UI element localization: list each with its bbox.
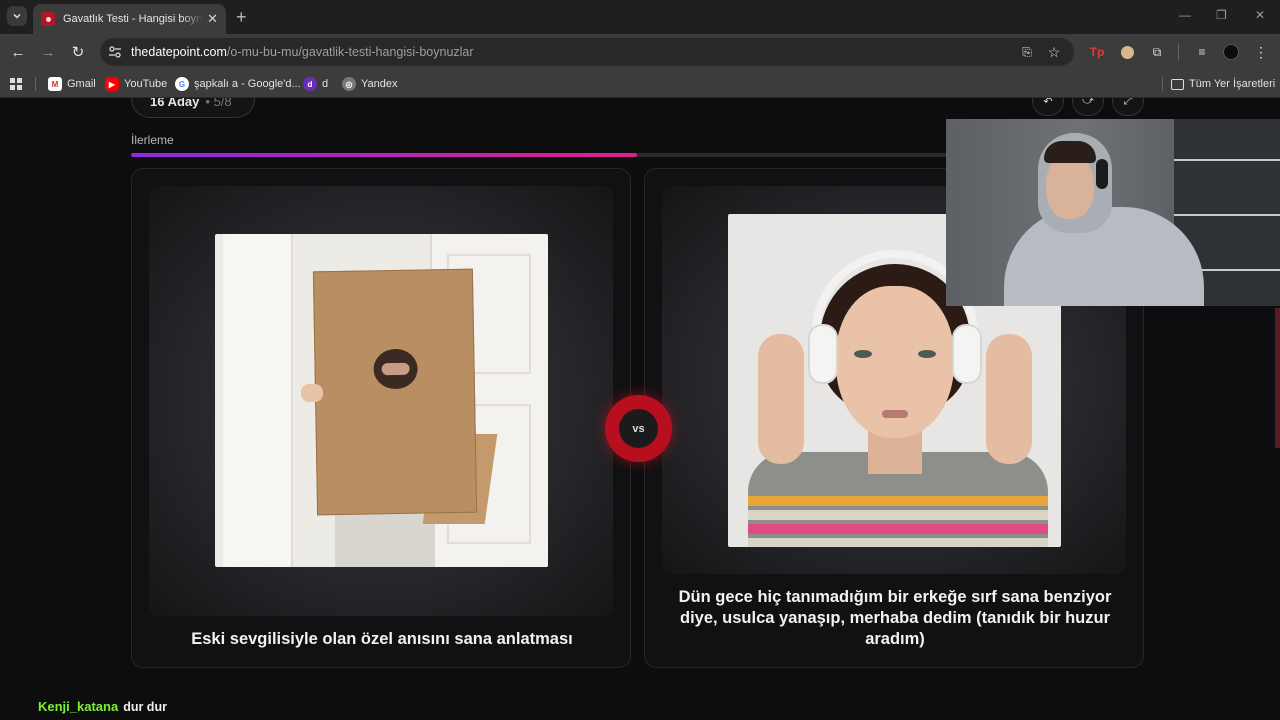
share-icon: ⤻ — [1082, 98, 1094, 107]
bookmark-icon: d — [303, 77, 317, 91]
bookmark-youtube[interactable]: ▶ YouTube — [105, 76, 167, 92]
close-tab-icon[interactable]: ✕ — [207, 11, 218, 27]
restore-icon[interactable]: ❐ — [1216, 8, 1227, 22]
url-text: thedatepoint.com/o-mu-bu-mu/gavatlik-tes… — [131, 45, 474, 59]
progress-label: İlerleme — [131, 133, 174, 147]
bookmark-label: Gmail — [67, 78, 96, 90]
media-control-icon[interactable]: ≡ — [1193, 43, 1211, 61]
progress-fill — [131, 153, 637, 157]
bookmark-d[interactable]: d d — [303, 76, 328, 92]
bookmark-yandex[interactable]: ◎ Yandex — [342, 76, 398, 92]
back-icon[interactable]: ← — [9, 43, 27, 61]
browser-toolbar: ← → ↻ thedatepoint.com/o-mu-bu-mu/gavatl… — [0, 34, 1280, 70]
profile-avatar[interactable] — [1222, 43, 1240, 61]
fullscreen-button[interactable]: ⤢ — [1112, 98, 1144, 116]
expand-icon: ⤢ — [1123, 98, 1133, 107]
toolbar-divider — [1178, 44, 1179, 60]
globe-icon: ◎ — [342, 77, 356, 91]
bookmark-label: Yandex — [361, 78, 398, 90]
url-domain: thedatepoint.com — [131, 45, 227, 59]
active-tab[interactable]: Gavatlık Testi - Hangisi boynuzlar ✕ — [33, 4, 226, 34]
all-bookmarks-folder[interactable]: Tüm Yer İşaretleri — [1171, 76, 1275, 92]
install-app-icon[interactable]: ⎘ — [1018, 43, 1036, 61]
webcam-overlay — [946, 119, 1280, 306]
chat-text: dur dur — [123, 700, 167, 714]
option-image-frame — [149, 186, 613, 616]
gmail-icon: M — [48, 77, 62, 91]
menu-kebab-icon[interactable]: ⋮ — [1252, 43, 1270, 61]
option-caption-right: Dün gece hiç tanımadığım bir erkeğe sırf… — [678, 588, 1112, 648]
option-photo-box — [215, 234, 548, 567]
address-bar[interactable]: thedatepoint.com/o-mu-bu-mu/gavatlik-tes… — [100, 38, 1074, 66]
round-value: 5/8 — [213, 98, 232, 109]
new-tab-icon[interactable]: + — [236, 7, 247, 28]
tab-strip: Gavatlık Testi - Hangisi boynuzlar ✕ + —… — [0, 0, 1280, 34]
site-settings-icon[interactable] — [108, 45, 122, 59]
counter-text: 16 Aday • 5/8 — [150, 98, 232, 109]
option-card-left[interactable]: Eski sevgilisiyle olan özel anısını sana… — [131, 168, 631, 668]
site-favicon-icon — [41, 12, 55, 26]
bookmarks-divider-right — [1162, 77, 1163, 91]
apps-grid-icon[interactable] — [9, 76, 23, 92]
vs-badge: vs — [605, 395, 672, 462]
bookmarks-divider — [35, 77, 36, 91]
forward-icon[interactable]: → — [39, 43, 57, 61]
candidate-counter: 16 Aday • 5/8 — [131, 98, 255, 118]
chat-username: Kenji_katana — [38, 699, 119, 714]
chevron-down-icon — [13, 13, 21, 19]
bookmark-google[interactable]: G şapkalı a - Google'd... — [175, 76, 301, 92]
youtube-icon: ▶ — [105, 77, 119, 91]
folder-icon — [1171, 78, 1184, 90]
undo-icon: ↶ — [1043, 98, 1053, 108]
extensions-puzzle-icon[interactable]: ⧉ — [1148, 43, 1166, 61]
vs-label: vs — [619, 409, 658, 448]
tab-search-button[interactable] — [7, 6, 27, 26]
bookmark-label: YouTube — [124, 78, 168, 90]
extension-tp-icon[interactable]: Tp — [1088, 43, 1106, 61]
round-indicator: • 5/8 — [205, 98, 231, 109]
chat-message: Kenji_katana dur dur — [38, 699, 167, 714]
google-icon: G — [175, 77, 189, 91]
candidates-count: 16 Aday — [150, 98, 200, 109]
reload-icon[interactable]: ↻ — [69, 43, 87, 61]
undo-button[interactable]: ↶ — [1032, 98, 1064, 116]
minimize-icon[interactable]: — — [1179, 8, 1191, 22]
close-window-icon[interactable]: ✕ — [1255, 8, 1265, 22]
share-button[interactable]: ⤻ — [1072, 98, 1104, 116]
extension-face-icon[interactable] — [1118, 43, 1136, 61]
tab-title: Gavatlık Testi - Hangisi boynuzlar — [63, 13, 203, 25]
bookmark-label: şapkalı a - Google'd... — [194, 78, 301, 90]
option-caption-left: Eski sevgilisiyle olan özel anısını sana… — [191, 630, 573, 648]
page-edge-accent — [1275, 308, 1280, 448]
bookmark-label: d — [322, 78, 329, 90]
all-bookmarks-label: Tüm Yer İşaretleri — [1189, 78, 1276, 90]
bookmark-star-icon[interactable]: ☆ — [1045, 43, 1063, 61]
bookmarks-bar: M Gmail ▶ YouTube G şapkalı a - Google'd… — [0, 70, 1280, 98]
url-path: /o-mu-bu-mu/gavatlik-testi-hangisi-boynu… — [226, 45, 474, 59]
bookmark-gmail[interactable]: M Gmail — [48, 76, 96, 92]
